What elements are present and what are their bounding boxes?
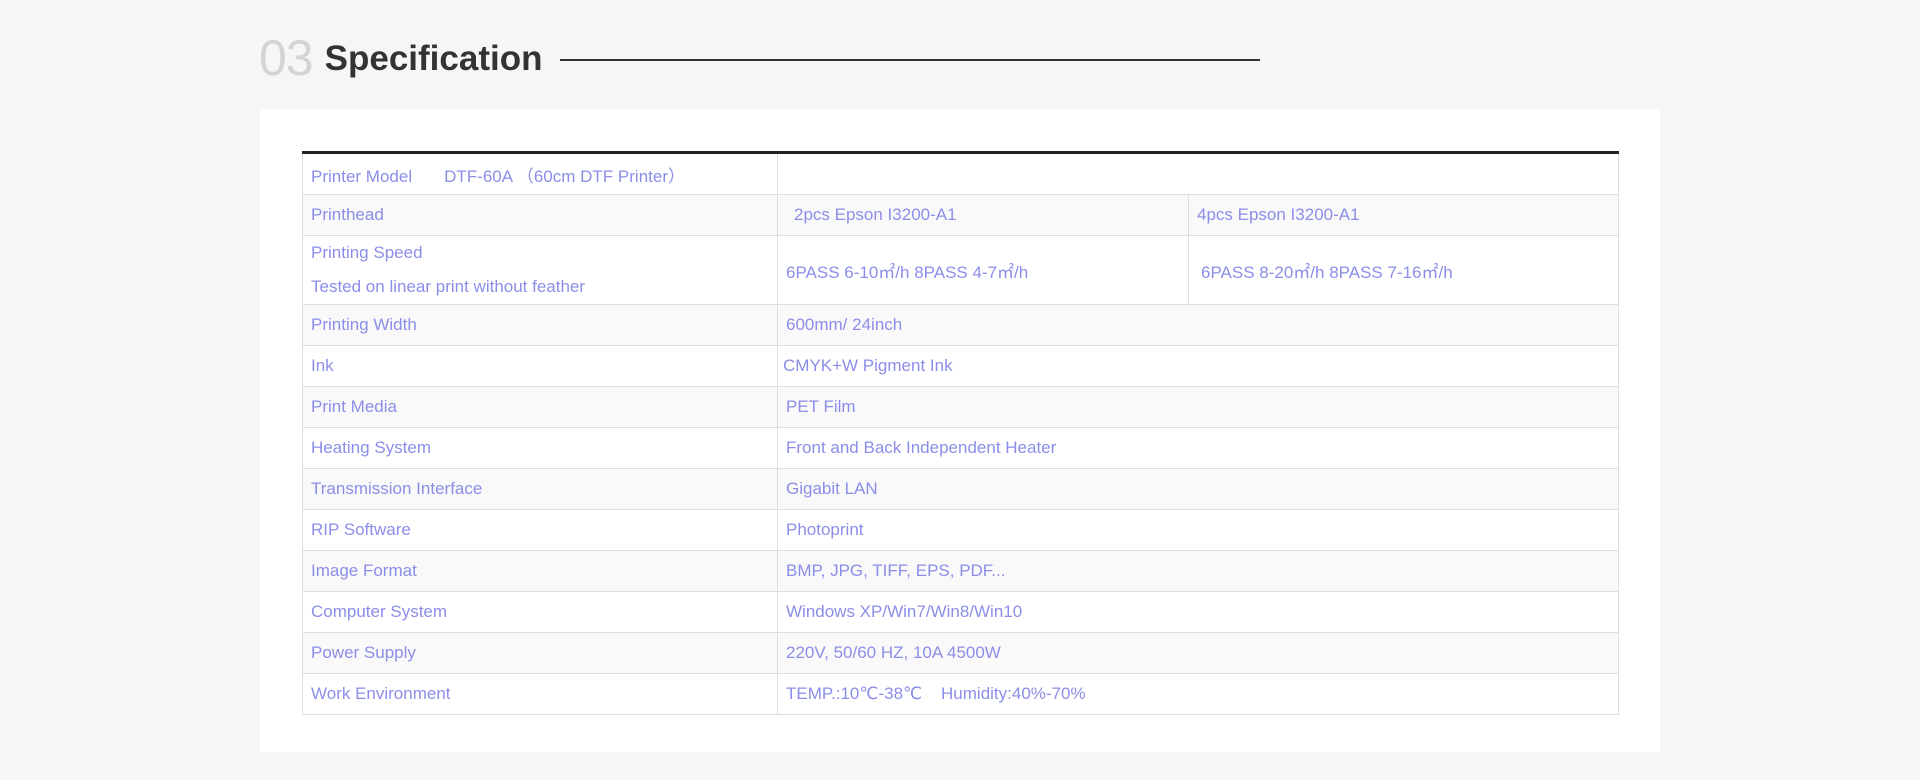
spec-value: 600mm/ 24inch [777,304,1619,346]
spec-label: Work Environment [302,673,778,715]
table-row: Transmission Interface Gigabit LAN [302,468,1619,510]
spec-panel: Printer Model DTF-60A （60cm DTF Printer） … [260,109,1660,752]
spec-label: Ink [302,345,778,387]
spec-value: 4pcs Epson I3200-A1 [1188,194,1619,236]
spec-value: PET Film [777,386,1619,428]
spec-label: Computer System [302,591,778,633]
spec-table: Printer Model DTF-60A （60cm DTF Printer） … [302,151,1619,715]
spec-label: Image Format [302,550,778,592]
spec-label: Printer Model DTF-60A （60cm DTF Printer） [302,152,778,195]
section-header: 03 Specification [259,28,1261,88]
section-number: 03 [259,30,314,86]
spec-value: 6PASS 6-10㎡/h 8PASS 4-7㎡/h [777,235,1189,305]
spec-value: TEMP.:10℃-38℃ Humidity:40%-70% [777,673,1619,715]
table-row: Printing Width 600mm/ 24inch [302,304,1619,346]
spec-value: 2pcs Epson I3200-A1 [777,194,1189,236]
spec-label-main: Printing Speed [311,243,423,262]
spec-value: BMP, JPG, TIFF, EPS, PDF... [777,550,1619,592]
spec-value: Gigabit LAN [777,468,1619,510]
table-row: Computer System Windows XP/Win7/Win8/Win… [302,591,1619,633]
spec-value: Windows XP/Win7/Win8/Win10 [777,591,1619,633]
table-row: Printer Model DTF-60A （60cm DTF Printer） [302,152,1619,195]
spec-label: Heating System [302,427,778,469]
spec-label: Power Supply [302,632,778,674]
spec-value: 220V, 50/60 HZ, 10A 4500W [777,632,1619,674]
spec-label: Printhead [302,194,778,236]
model-label: Printer Model [311,166,413,186]
table-row: Printing Speed Tested on linear print wi… [302,235,1619,305]
spec-label: Printing Speed Tested on linear print wi… [302,235,778,305]
spec-label: Printing Width [302,304,778,346]
table-row: Printhead 2pcs Epson I3200-A1 4pcs Epson… [302,194,1619,236]
table-row: Power Supply 220V, 50/60 HZ, 10A 4500W [302,632,1619,674]
spec-label: RIP Software [302,509,778,551]
table-row: Heating System Front and Back Independen… [302,427,1619,469]
spec-value [777,152,1619,195]
spec-value: CMYK+W Pigment Ink [777,345,1619,387]
table-row: Ink CMYK+W Pigment Ink [302,345,1619,387]
section-title: Specification [324,38,543,78]
table-row: RIP Software Photoprint [302,509,1619,551]
spec-value: Photoprint [777,509,1619,551]
section-divider [560,59,1261,61]
page: 03 Specification Printer Model DTF-60A （6… [0,0,1920,780]
table-row: Work Environment TEMP.:10℃-38℃ Humidity:… [302,673,1619,715]
spec-label: Print Media [302,386,778,428]
table-row: Image Format BMP, JPG, TIFF, EPS, PDF... [302,550,1619,592]
spec-value: Front and Back Independent Heater [777,427,1619,469]
spec-label-sub: Tested on linear print without feather [311,277,586,296]
table-row: Print Media PET Film [302,386,1619,428]
model-value: DTF-60A （60cm DTF Printer） [444,166,685,186]
spec-label: Transmission Interface [302,468,778,510]
spec-value: 6PASS 8-20㎡/h 8PASS 7-16㎡/h [1188,235,1619,305]
